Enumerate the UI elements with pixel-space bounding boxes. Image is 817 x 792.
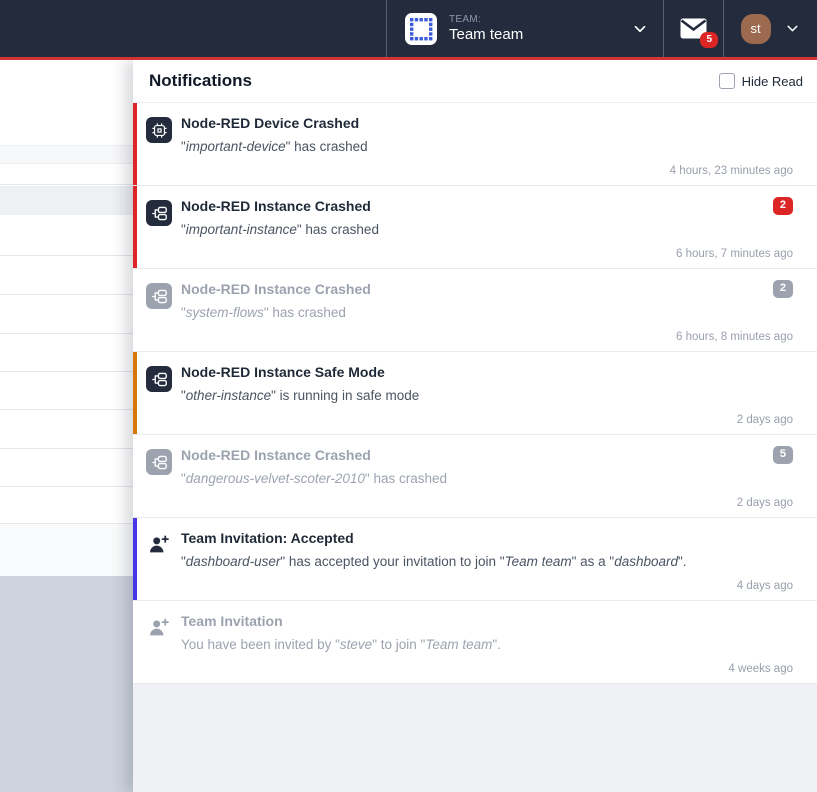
instance-icon	[146, 366, 172, 392]
chevron-down-icon	[784, 20, 801, 37]
user-menu[interactable]: st	[723, 0, 817, 57]
panel-title: Notifications	[149, 71, 252, 91]
panel-footer	[133, 684, 817, 792]
background-row	[0, 145, 133, 164]
notification-list: Node-RED Device Crashed "important-devic…	[133, 103, 817, 684]
background-divider	[0, 184, 133, 185]
notification-accent	[133, 518, 137, 600]
notification-title: Node-RED Instance Crashed	[181, 197, 371, 215]
notification-title: Team Invitation	[181, 612, 283, 630]
notifications-panel-header: Notifications Hide Read	[133, 60, 817, 103]
notification-body: "important-device" has crashed	[181, 138, 793, 156]
team-selector[interactable]: TEAM: Team team	[386, 0, 663, 57]
notification-title: Node-RED Instance Crashed	[181, 446, 371, 464]
notification-title: Node-RED Instance Crashed	[181, 280, 371, 298]
notification-body: "other-instance" is running in safe mode	[181, 387, 793, 405]
notification-item[interactable]: Team Invitation You have been invited by…	[133, 601, 817, 684]
notification-badge: 5	[773, 446, 793, 464]
instance-icon	[146, 283, 172, 309]
background-divider	[0, 486, 133, 487]
notification-body: "dangerous-velvet-scoter-2010" has crash…	[181, 470, 793, 488]
notification-accent	[133, 103, 137, 185]
background-page	[0, 60, 133, 792]
notification-body: "dashboard-user" has accepted your invit…	[181, 553, 793, 571]
device-chip-icon	[146, 117, 172, 143]
background-footer	[0, 576, 133, 792]
team-label: TEAM:	[449, 14, 631, 26]
background-divider	[0, 255, 133, 256]
notification-time: 2 days ago	[181, 414, 793, 426]
notification-item[interactable]: Node-RED Device Crashed "important-devic…	[133, 103, 817, 186]
instance-icon	[146, 200, 172, 226]
notification-title: Team Invitation: Accepted	[181, 529, 354, 547]
notification-title: Node-RED Device Crashed	[181, 114, 359, 132]
notification-body: You have been invited by "steve" to join…	[181, 636, 793, 654]
background-row	[0, 186, 133, 215]
team-name: Team team	[449, 26, 631, 43]
notification-item[interactable]: Node-RED Instance Crashed 5 "dangerous-v…	[133, 435, 817, 518]
notification-title: Node-RED Instance Safe Mode	[181, 363, 385, 381]
avatar: st	[741, 14, 771, 44]
notification-item[interactable]: Node-RED Instance Crashed 2 "system-flow…	[133, 269, 817, 352]
notification-item[interactable]: Node-RED Instance Crashed 2 "important-i…	[133, 186, 817, 269]
background-divider	[0, 294, 133, 295]
notification-time: 2 days ago	[181, 497, 793, 509]
notification-accent	[133, 186, 137, 268]
notification-time: 6 hours, 8 minutes ago	[181, 331, 793, 343]
user-add-icon	[146, 615, 172, 641]
notification-time: 4 days ago	[181, 580, 793, 592]
background-divider	[0, 409, 133, 410]
notification-time: 4 hours, 23 minutes ago	[181, 165, 793, 177]
notification-badge: 2	[773, 197, 793, 215]
notification-item[interactable]: Team Invitation: Accepted "dashboard-use…	[133, 518, 817, 601]
background-divider	[0, 371, 133, 372]
notification-time: 6 hours, 7 minutes ago	[181, 248, 793, 260]
notification-item[interactable]: Node-RED Instance Safe Mode "other-insta…	[133, 352, 817, 435]
notification-body: "system-flows" has crashed	[181, 304, 793, 322]
chevron-down-icon	[631, 20, 649, 38]
team-icon	[405, 13, 437, 45]
notification-accent	[133, 352, 137, 434]
background-row	[0, 523, 133, 577]
notifications-panel: Notifications Hide Read Node-RED Device …	[133, 60, 817, 792]
hide-read-control[interactable]: Hide Read	[719, 73, 803, 89]
unread-count-badge: 5	[700, 32, 718, 48]
notification-badge: 2	[773, 280, 793, 298]
notifications-button[interactable]: 5	[663, 0, 723, 57]
hide-read-label: Hide Read	[742, 74, 803, 89]
hide-read-checkbox[interactable]	[719, 73, 735, 89]
instance-icon	[146, 449, 172, 475]
user-add-icon	[146, 532, 172, 558]
top-navbar: TEAM: Team team 5 st	[0, 0, 817, 60]
background-divider	[0, 333, 133, 334]
notification-time: 4 weeks ago	[181, 663, 793, 675]
background-divider	[0, 448, 133, 449]
notification-body: "important-instance" has crashed	[181, 221, 793, 239]
